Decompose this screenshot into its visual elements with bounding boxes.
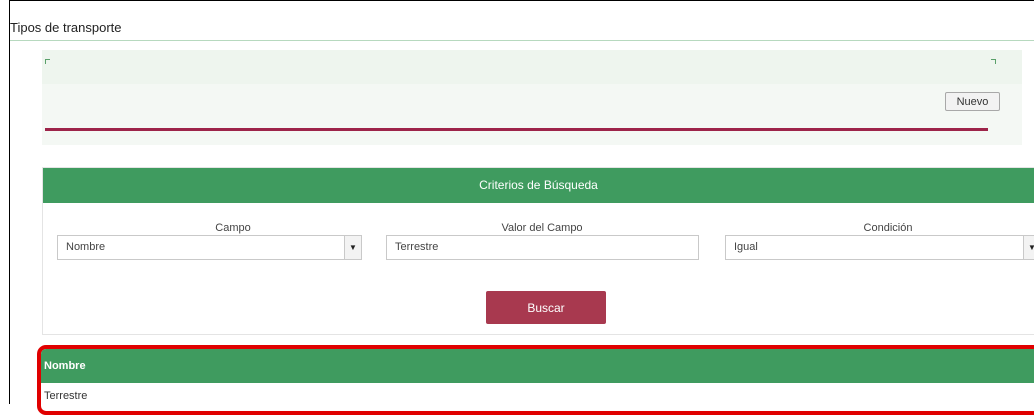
results-table: Nombre Terrestre <box>37 345 1034 415</box>
page-title: Tipos de transporte <box>10 20 122 35</box>
new-button[interactable]: Nuevo <box>945 92 1000 111</box>
frame-border-top <box>9 0 1034 1</box>
campo-select-value: Nombre <box>66 241 106 253</box>
valor-field[interactable]: Terrestre <box>386 235 699 260</box>
corner-mark-icon <box>45 59 50 64</box>
field-label-valor: Valor del Campo <box>501 222 583 234</box>
search-criteria-header: Criterios de Búsqueda <box>43 168 1034 203</box>
frame-border-left <box>9 0 10 404</box>
condicion-select-value: Igual <box>734 241 758 253</box>
corner-mark-icon <box>991 59 996 64</box>
column-header-nombre[interactable]: Nombre <box>41 349 1034 383</box>
condicion-select[interactable]: Igual ▼ <box>725 235 1034 260</box>
search-criteria-panel: Criterios de Búsqueda Campo Nombre ▼ Val… <box>42 167 1034 335</box>
toolbar-band <box>42 50 1022 84</box>
table-row[interactable]: Terrestre <box>41 387 1034 405</box>
field-label-condicion: Condición <box>863 222 913 234</box>
title-divider <box>10 40 1034 41</box>
field-label-campo: Campo <box>215 222 251 234</box>
search-button[interactable]: Buscar <box>486 291 606 324</box>
chevron-down-icon[interactable]: ▼ <box>1023 236 1034 259</box>
accent-divider <box>45 128 988 131</box>
campo-select[interactable]: Nombre ▼ <box>57 235 362 260</box>
chevron-down-icon[interactable]: ▼ <box>344 236 361 259</box>
toolbar-panel: Nuevo <box>42 50 1022 145</box>
